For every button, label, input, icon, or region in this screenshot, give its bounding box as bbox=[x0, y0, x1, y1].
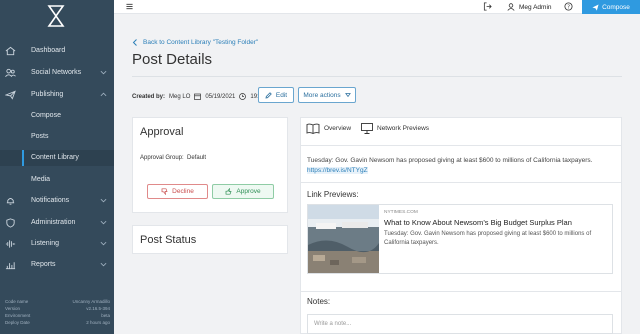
thumbs-up-icon bbox=[226, 188, 232, 195]
sidebar: Dashboard Social Networks Publishing Com… bbox=[0, 0, 114, 334]
sidebar-item-label: Administration bbox=[31, 219, 76, 226]
meta-code-name: Code name Uncanny Armadillo bbox=[5, 299, 110, 304]
created-date: 05/19/2021 bbox=[205, 93, 236, 100]
approval-title: Approval bbox=[140, 126, 184, 138]
sidebar-item-label: Posts bbox=[31, 133, 49, 140]
chevron-left-icon bbox=[132, 39, 137, 46]
more-actions-button[interactable]: More actions bbox=[298, 87, 356, 103]
sidebar-item-label: Social Networks bbox=[31, 69, 82, 76]
post-text: Tuesday: Gov. Gavin Newsom has proposed … bbox=[307, 157, 593, 174]
sidebar-item-administration[interactable]: Administration bbox=[0, 215, 114, 231]
sidebar-item-label: Publishing bbox=[31, 91, 64, 98]
home-icon bbox=[5, 46, 16, 56]
chevron-down-icon bbox=[100, 262, 107, 267]
user-name: Meg Admin bbox=[519, 3, 552, 11]
bell-icon bbox=[6, 198, 15, 205]
sidebar-item-label: Dashboard bbox=[31, 47, 66, 54]
chevron-down-icon bbox=[100, 198, 107, 203]
approval-group-value: Default bbox=[187, 155, 207, 161]
hamburger-menu-icon[interactable] bbox=[126, 3, 133, 10]
top-bar: Meg Admin ? Compose bbox=[114, 0, 640, 14]
book-open-icon bbox=[306, 123, 320, 134]
sidebar-item-dashboard[interactable]: Dashboard bbox=[0, 43, 114, 59]
monitor-icon bbox=[361, 123, 373, 134]
link-preview-image bbox=[308, 205, 379, 273]
users-icon bbox=[5, 68, 16, 77]
link-preview-description: Tuesday: Gov. Gavin Newsom has proposed … bbox=[384, 231, 592, 246]
page-title: Post Details bbox=[132, 51, 213, 68]
divider bbox=[132, 76, 622, 77]
shield-icon bbox=[6, 218, 15, 228]
link-preview-title: What to Know About Newsom’s Big Budget S… bbox=[384, 218, 572, 227]
compose-button[interactable]: Compose bbox=[582, 0, 640, 14]
sidebar-item-label: Content Library bbox=[31, 154, 79, 161]
meta-version: Version v2.16.5-394 bbox=[5, 306, 110, 311]
post-status-card: Post Status bbox=[132, 225, 288, 254]
meta-deploy-date: Deploy Date 2 hours ago bbox=[5, 320, 110, 325]
sidebar-item-label: Media bbox=[31, 176, 51, 183]
sidebar-item-publishing[interactable]: Publishing bbox=[0, 87, 114, 103]
post-status-title: Post Status bbox=[140, 234, 197, 246]
sidebar-item-compose[interactable]: Compose bbox=[0, 108, 114, 124]
sidebar-item-social-networks[interactable]: Social Networks bbox=[0, 65, 114, 81]
user-icon bbox=[507, 3, 515, 11]
svg-text:?: ? bbox=[567, 4, 570, 10]
caret-down-icon bbox=[344, 93, 351, 98]
sidebar-item-label: Listening bbox=[31, 240, 60, 247]
edit-button[interactable]: Edit bbox=[258, 87, 294, 103]
chevron-down-icon bbox=[100, 241, 107, 246]
link-preview-site: NYTIMES.COM bbox=[384, 210, 418, 215]
breadcrumb[interactable]: Back to Content Library "Testing Folder" bbox=[132, 39, 258, 46]
approve-button[interactable]: Approve bbox=[212, 184, 274, 199]
chevron-down-icon bbox=[100, 70, 107, 75]
sidebar-item-label: Compose bbox=[31, 112, 61, 119]
approval-group: Approval Group: Default bbox=[140, 155, 207, 161]
sidebar-item-label: Notifications bbox=[31, 197, 70, 204]
broadcast-icon bbox=[5, 240, 16, 248]
notes-label: Notes: bbox=[307, 297, 331, 306]
sidebar-item-label: Reports bbox=[31, 261, 56, 268]
user-menu[interactable]: Meg Admin bbox=[507, 2, 552, 12]
sidebar-item-posts[interactable]: Posts bbox=[0, 129, 114, 145]
paper-plane-icon bbox=[592, 3, 599, 11]
link-preview-card[interactable]: NYTIMES.COM What to Know About Newsom’s … bbox=[307, 204, 613, 274]
sidebar-item-reports[interactable]: Reports bbox=[0, 257, 114, 273]
paper-plane-icon bbox=[5, 90, 16, 100]
clock-icon bbox=[239, 93, 247, 100]
created-by-name: Meg LO bbox=[169, 93, 191, 100]
help-icon[interactable]: ? bbox=[564, 2, 573, 11]
link-previews-label: Link Previews: bbox=[307, 190, 359, 199]
sidebar-item-content-library[interactable]: Content Library bbox=[0, 150, 114, 166]
post-link[interactable]: https://brev.is/NTYgZ bbox=[307, 167, 368, 174]
post-preview-panel: Overview Network Previews Tuesday: Gov. … bbox=[300, 117, 622, 334]
tab-overview[interactable]: Overview bbox=[306, 123, 351, 134]
bar-chart-icon bbox=[5, 262, 16, 270]
divider bbox=[301, 291, 621, 292]
app-logo[interactable] bbox=[44, 4, 68, 28]
sidebar-item-media[interactable]: Media bbox=[0, 172, 114, 188]
chevron-down-icon bbox=[100, 220, 107, 225]
pencil-icon bbox=[265, 91, 272, 99]
thumbs-down-icon bbox=[161, 188, 168, 195]
logout-icon[interactable] bbox=[483, 2, 492, 11]
tab-network-previews[interactable]: Network Previews bbox=[361, 123, 429, 134]
decline-button[interactable]: Decline bbox=[147, 184, 208, 199]
chevron-up-icon bbox=[100, 92, 107, 97]
divider bbox=[301, 182, 621, 183]
meta-environment: Environment beta bbox=[5, 313, 110, 318]
sidebar-item-notifications[interactable]: Notifications bbox=[0, 193, 114, 209]
note-input[interactable]: Write a note... bbox=[307, 314, 613, 334]
calendar-icon bbox=[194, 93, 202, 100]
sidebar-item-listening[interactable]: Listening bbox=[0, 236, 114, 252]
tab-divider bbox=[301, 145, 621, 146]
created-by: Created by: Meg LO 05/19/2021 19:55 bbox=[132, 93, 265, 100]
